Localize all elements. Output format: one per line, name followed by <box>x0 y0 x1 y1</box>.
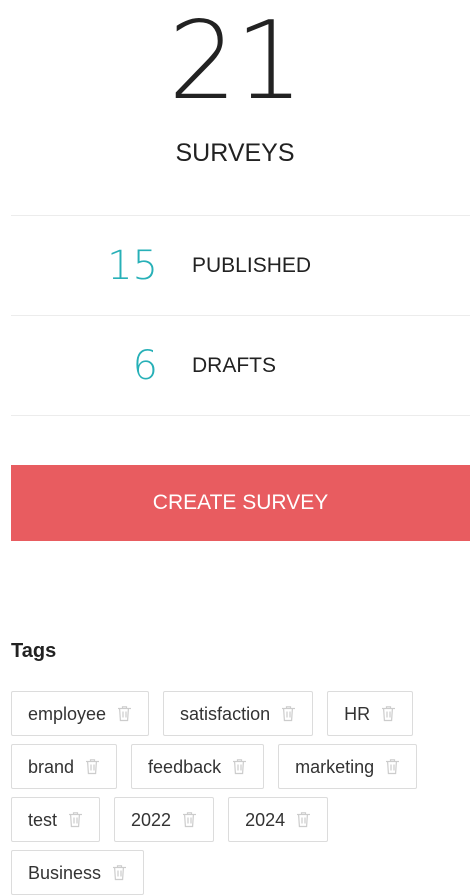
tag-chip[interactable]: 2022 <box>114 797 215 842</box>
tag-label: marketing <box>295 756 375 777</box>
tags-heading: Tags <box>11 640 57 662</box>
tag-chip[interactable]: employee <box>11 691 150 736</box>
tag-label: satisfaction <box>180 703 271 724</box>
trash-icon[interactable] <box>295 811 311 829</box>
tag-label: 2024 <box>245 809 286 830</box>
trash-icon[interactable] <box>181 811 197 829</box>
tag-chip[interactable]: marketing <box>278 744 418 789</box>
tag-chip[interactable]: test <box>11 797 101 842</box>
trash-icon[interactable] <box>67 811 83 829</box>
trash-icon[interactable] <box>231 758 247 776</box>
tag-chip[interactable]: feedback <box>131 744 265 789</box>
published-stat[interactable]: 15 PUBLISHED <box>0 216 470 315</box>
trash-icon[interactable] <box>384 758 400 776</box>
trash-icon[interactable] <box>280 705 296 723</box>
tag-label: Business <box>28 862 102 883</box>
create-survey-button[interactable]: CREATE SURVEY <box>11 465 470 541</box>
total-surveys-label: SURVEYS <box>175 139 295 167</box>
trash-icon[interactable] <box>111 864 127 882</box>
tags-list: employee satisfaction HR brand feedback … <box>11 691 470 895</box>
tag-chip[interactable]: brand <box>11 744 118 789</box>
tag-chip[interactable]: HR <box>327 691 414 736</box>
trash-icon[interactable] <box>116 705 132 723</box>
drafts-label: DRAFTS <box>192 354 276 377</box>
drafts-count: 6 <box>132 343 158 389</box>
published-label: PUBLISHED <box>192 254 312 277</box>
divider <box>11 415 470 416</box>
tag-chip[interactable]: Business <box>11 850 145 895</box>
trash-icon[interactable] <box>84 758 100 776</box>
tag-label: HR <box>344 703 371 724</box>
tag-label: test <box>28 809 58 830</box>
tag-label: 2022 <box>131 809 172 830</box>
total-surveys-count: 21 <box>168 0 303 124</box>
tag-chip[interactable]: 2024 <box>228 797 329 842</box>
tag-label: employee <box>28 703 107 724</box>
published-count: 15 <box>107 243 158 289</box>
tag-chip[interactable]: satisfaction <box>163 691 314 736</box>
drafts-stat[interactable]: 6 DRAFTS <box>0 316 470 415</box>
trash-icon[interactable] <box>380 705 396 723</box>
tag-label: brand <box>28 756 75 777</box>
tag-label: feedback <box>148 756 222 777</box>
